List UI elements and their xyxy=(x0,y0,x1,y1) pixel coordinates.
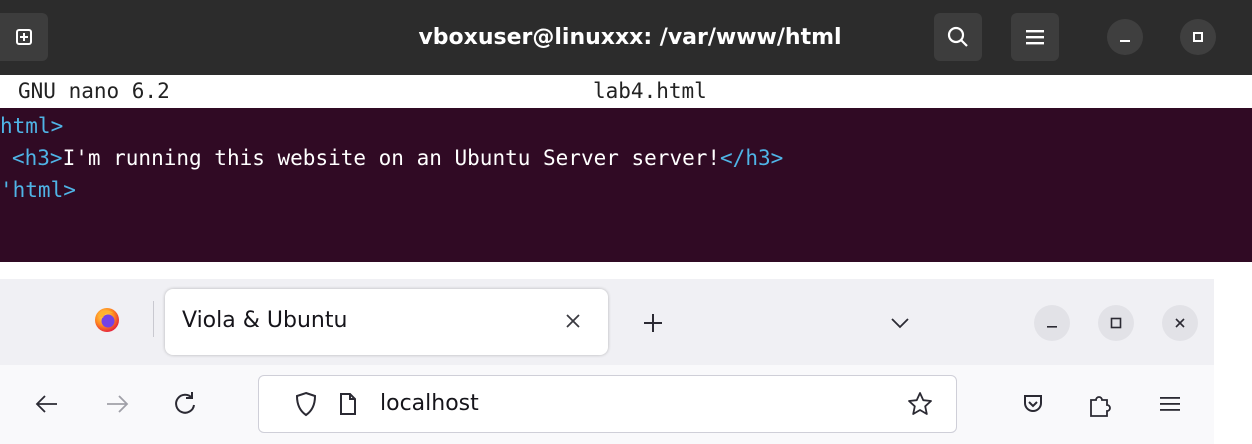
code-line-1: html> xyxy=(0,114,64,138)
extensions-icon xyxy=(1087,390,1113,418)
search-icon xyxy=(946,25,970,49)
reload-button[interactable] xyxy=(170,389,200,419)
terminal-title: vboxuser@linuxxx: /var/www/html xyxy=(418,25,842,50)
code-line-2: <h3>I'm running this website on an Ubunt… xyxy=(12,146,784,170)
page-icon[interactable] xyxy=(338,392,358,416)
star-icon[interactable] xyxy=(906,390,934,418)
pocket-icon xyxy=(1021,392,1045,416)
code-line-3: 'html> xyxy=(0,178,76,202)
new-tab-icon xyxy=(13,26,35,48)
nano-filename: lab4.html xyxy=(593,79,707,103)
menu-button[interactable] xyxy=(1011,13,1059,61)
close-window-icon xyxy=(1173,316,1187,330)
back-arrow-icon xyxy=(34,394,60,414)
shield-icon[interactable] xyxy=(294,391,318,417)
restore-button[interactable] xyxy=(1180,19,1216,55)
app-menu-button[interactable] xyxy=(1155,389,1185,419)
tab-separator xyxy=(153,301,154,337)
restore-icon xyxy=(1191,30,1205,44)
minimize-icon xyxy=(1045,316,1059,330)
chevron-down-icon[interactable] xyxy=(888,313,912,333)
tab-active[interactable]: Viola & Ubuntu xyxy=(165,289,608,355)
pocket-button[interactable] xyxy=(1018,389,1048,419)
minimize-icon xyxy=(1118,30,1132,44)
close-icon[interactable] xyxy=(561,309,585,333)
tab-strip: Viola & Ubuntu xyxy=(0,279,1214,365)
new-tab-button[interactable] xyxy=(0,13,48,61)
browser-minimize-button[interactable] xyxy=(1034,305,1070,341)
menu-icon xyxy=(1159,395,1181,413)
firefox-logo-icon[interactable] xyxy=(94,307,120,333)
terminal-header-bar: vboxuser@linuxxx: /var/www/html xyxy=(0,0,1252,75)
hamburger-menu-icon xyxy=(1024,28,1046,46)
minimize-button[interactable] xyxy=(1107,19,1143,55)
browser-close-button[interactable] xyxy=(1162,305,1198,341)
browser-window: Viola & Ubuntu localhost xyxy=(0,279,1214,444)
url-text[interactable]: localhost xyxy=(380,391,479,416)
reload-icon xyxy=(172,391,198,417)
maximize-icon xyxy=(1109,316,1123,330)
editor-content[interactable]: html> <h3>I'm running this website on an… xyxy=(0,108,1252,262)
url-bar[interactable]: localhost xyxy=(258,375,957,433)
forward-button[interactable] xyxy=(102,389,132,419)
plus-icon[interactable] xyxy=(641,311,665,335)
browser-maximize-button[interactable] xyxy=(1098,305,1134,341)
extensions-button[interactable] xyxy=(1085,389,1115,419)
forward-arrow-icon xyxy=(104,394,130,414)
nano-title-bar: GNU nano 6.2 lab4.html xyxy=(0,75,1252,108)
nano-version: GNU nano 6.2 xyxy=(18,79,170,103)
tab-title: Viola & Ubuntu xyxy=(182,308,348,333)
back-button[interactable] xyxy=(32,389,62,419)
terminal-window: vboxuser@linuxxx: /var/www/html GNU nano… xyxy=(0,0,1252,262)
navigation-toolbar: localhost xyxy=(0,365,1214,444)
search-button[interactable] xyxy=(934,13,982,61)
